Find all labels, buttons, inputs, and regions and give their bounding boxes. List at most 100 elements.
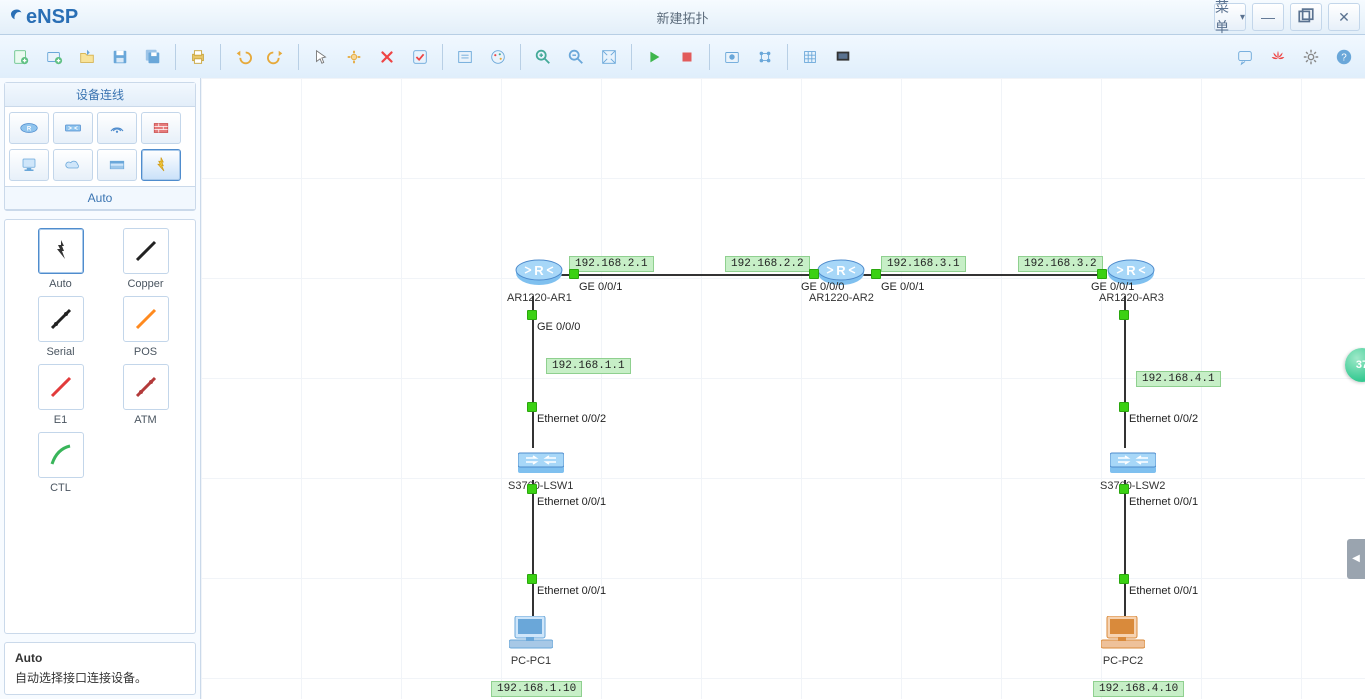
open-button[interactable] <box>72 42 102 72</box>
separator <box>220 44 221 70</box>
print-button[interactable] <box>183 42 213 72</box>
ip-label[interactable]: 192.168.1.10 <box>491 681 582 697</box>
topology-canvas[interactable]: AR1220-AR1 AR1220-AR2 AR1220-AR3 S3700-LSW1… <box>201 78 1365 699</box>
link-copper[interactable]: Copper <box>106 228 185 290</box>
link-e1[interactable]: E1 <box>21 364 100 426</box>
ip-label[interactable]: 192.168.3.2 <box>1018 256 1103 272</box>
port-status-dot <box>527 310 537 320</box>
node-PC2[interactable]: PC-PC2 <box>1101 616 1145 667</box>
svg-text:R: R <box>27 126 32 132</box>
node-label: AR1220-AR3 <box>1099 292 1164 304</box>
category-module[interactable] <box>97 149 137 181</box>
menu-button[interactable]: 菜 单 ▾ <box>1214 3 1246 31</box>
link-serial[interactable]: Serial <box>21 296 100 358</box>
settings-button[interactable] <box>1296 42 1326 72</box>
separator <box>709 44 710 70</box>
category-wlan[interactable] <box>97 112 137 144</box>
undo-button[interactable] <box>228 42 258 72</box>
display-mode-button[interactable] <box>828 42 858 72</box>
save-all-button[interactable] <box>138 42 168 72</box>
port-status-dot <box>1119 310 1129 320</box>
node-LSW2[interactable]: S3700-LSW2 <box>1100 451 1165 492</box>
ip-label[interactable]: 192.168.2.1 <box>569 256 654 272</box>
node-label: PC-PC2 <box>1101 655 1145 667</box>
port-status-dot <box>527 484 537 494</box>
window-title: 新建拓扑 <box>0 8 1365 27</box>
start-button[interactable] <box>639 42 669 72</box>
category-grid: R <box>5 107 195 186</box>
ip-label[interactable]: 192.168.4.1 <box>1136 371 1221 387</box>
port-status-dot <box>527 402 537 412</box>
node-label: AR1220-AR1 <box>507 292 572 304</box>
new-project-button[interactable] <box>39 42 69 72</box>
zoom-in-button[interactable] <box>528 42 558 72</box>
ip-label[interactable]: 192.168.4.10 <box>1093 681 1184 697</box>
desc-body: 自动选择接口连接设备。 <box>15 669 185 686</box>
maximize-button[interactable] <box>1290 3 1322 31</box>
redo-button[interactable] <box>261 42 291 72</box>
app-logo: eNSP <box>0 6 86 29</box>
port-status-dot <box>809 269 819 279</box>
stop-button[interactable] <box>672 42 702 72</box>
minimize-button[interactable]: — <box>1252 3 1284 31</box>
huawei-logo-icon[interactable] <box>1263 42 1293 72</box>
separator <box>631 44 632 70</box>
text-button[interactable] <box>450 42 480 72</box>
app-name: eNSP <box>26 6 78 29</box>
link-type-list[interactable]: Auto Copper Serial POS E1 <box>5 220 195 633</box>
zoom-out-button[interactable] <box>561 42 591 72</box>
port-status-dot <box>871 269 881 279</box>
pan-button[interactable] <box>339 42 369 72</box>
close-button[interactable]: ✕ <box>1328 3 1360 31</box>
port-label: GE 0/0/1 <box>881 281 924 293</box>
link-pos[interactable]: POS <box>106 296 185 358</box>
separator <box>520 44 521 70</box>
port-status-dot <box>1119 402 1129 412</box>
separator <box>787 44 788 70</box>
save-button[interactable] <box>105 42 135 72</box>
main-toolbar: ? <box>0 35 1365 80</box>
new-topo-button[interactable] <box>6 42 36 72</box>
broom-button[interactable] <box>405 42 435 72</box>
device-sidebar: 设备连线 R Auto Auto Coppe <box>0 78 201 699</box>
capture-button[interactable] <box>717 42 747 72</box>
category-router[interactable]: R <box>9 112 49 144</box>
ip-label[interactable]: 192.168.2.2 <box>725 256 810 272</box>
category-pc[interactable] <box>9 149 49 181</box>
category-switch[interactable] <box>53 112 93 144</box>
port-label: Ethernet 0/0/1 <box>537 585 606 597</box>
separator <box>298 44 299 70</box>
palette-button[interactable] <box>483 42 513 72</box>
category-cloud[interactable] <box>53 149 93 181</box>
cli-button[interactable] <box>750 42 780 72</box>
separator <box>175 44 176 70</box>
node-LSW1[interactable]: S3700-LSW1 <box>508 451 573 492</box>
node-AR1[interactable]: AR1220-AR1 <box>507 259 572 304</box>
feedback-button[interactable] <box>1230 42 1260 72</box>
grid-button[interactable] <box>795 42 825 72</box>
port-label: GE 0/0/1 <box>579 281 622 293</box>
canvas-scroll[interactable]: AR1220-AR1 AR1220-AR2 AR1220-AR3 S3700-LSW1… <box>201 78 1365 699</box>
help-button[interactable]: ? <box>1329 42 1359 72</box>
svg-text:?: ? <box>1341 53 1347 64</box>
collapse-handle[interactable]: ◀ <box>1347 539 1365 579</box>
ip-label[interactable]: 192.168.1.1 <box>546 358 631 374</box>
ip-label[interactable]: 192.168.3.1 <box>881 256 966 272</box>
separator <box>442 44 443 70</box>
port-status-dot <box>1119 484 1129 494</box>
pointer-button[interactable] <box>306 42 336 72</box>
node-label: AR1220-AR2 <box>809 292 874 304</box>
zoom-fit-button[interactable] <box>594 42 624 72</box>
category-firewall[interactable] <box>141 112 181 144</box>
port-label: Ethernet 0/0/1 <box>537 496 606 508</box>
link-ctl[interactable]: CTL <box>21 432 100 494</box>
port-status-dot <box>1097 269 1107 279</box>
link-auto[interactable]: Auto <box>21 228 100 290</box>
delete-button[interactable] <box>372 42 402 72</box>
node-PC1[interactable]: PC-PC1 <box>509 616 553 667</box>
selected-category-label: Auto <box>5 186 195 210</box>
link-atm[interactable]: ATM <box>106 364 185 426</box>
node-label: S3700-LSW2 <box>1100 480 1165 492</box>
category-link[interactable] <box>141 149 181 181</box>
port-status-dot <box>1119 574 1129 584</box>
